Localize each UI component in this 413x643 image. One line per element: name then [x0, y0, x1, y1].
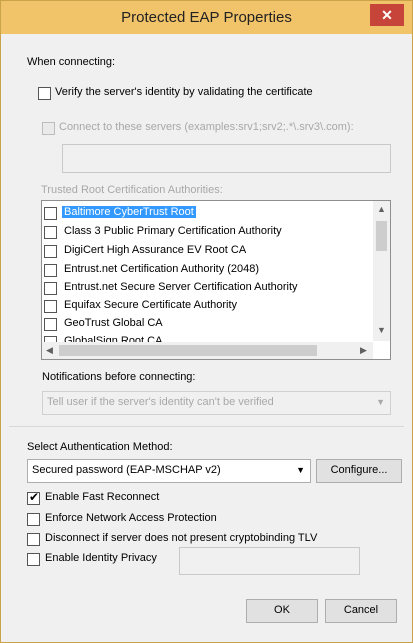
trusted-root-list[interactable]: Baltimore CyberTrust Root Class 3 Public…	[41, 200, 391, 360]
cert-checkbox[interactable]	[44, 245, 57, 258]
enforce-nap-label[interactable]: Enforce Network Access Protection	[45, 512, 217, 524]
vertical-scrollbar[interactable]: ▲ ▼	[373, 201, 390, 341]
configure-button[interactable]: Configure...	[316, 459, 402, 483]
connect-servers-checkbox[interactable]	[42, 122, 55, 135]
fast-reconnect-label[interactable]: Enable Fast Reconnect	[45, 491, 159, 503]
list-item[interactable]: Equifax Secure Certificate Authority	[42, 297, 370, 315]
ok-button[interactable]: OK	[246, 599, 318, 623]
scroll-down-icon[interactable]: ▼	[377, 325, 386, 335]
identity-privacy-label[interactable]: Enable Identity Privacy	[45, 552, 157, 564]
title-bar[interactable]: Protected EAP Properties ✕	[1, 1, 412, 34]
list-item[interactable]: DigiCert High Assurance EV Root CA	[42, 242, 370, 260]
close-icon: ✕	[381, 7, 393, 23]
notifications-value: Tell user if the server's identity can't…	[47, 396, 274, 408]
cancel-button[interactable]: Cancel	[325, 599, 397, 623]
when-connecting-label: When connecting:	[27, 56, 116, 68]
scroll-left-icon[interactable]: ◀	[46, 345, 53, 356]
horizontal-scroll-thumb[interactable]	[59, 345, 317, 356]
configure-button-label: Configure...	[330, 464, 388, 476]
cert-checkbox[interactable]	[44, 264, 57, 277]
cryptobinding-label[interactable]: Disconnect if server does not present cr…	[45, 532, 317, 544]
protected-eap-properties-dialog: Protected EAP Properties ✕ When connecti…	[0, 0, 413, 643]
enforce-nap-checkbox[interactable]	[27, 513, 40, 526]
cert-checkbox[interactable]	[44, 300, 57, 313]
vertical-scroll-thumb[interactable]	[376, 221, 387, 251]
divider	[9, 426, 404, 427]
list-item[interactable]: Entrust.net Secure Server Certification …	[42, 279, 370, 297]
cert-name: Entrust.net Secure Server Certification …	[64, 281, 298, 293]
servers-input[interactable]	[62, 144, 391, 173]
notifications-select[interactable]: Tell user if the server's identity can't…	[42, 391, 391, 415]
checkmark-icon: ✔	[29, 490, 40, 504]
window-title: Protected EAP Properties	[121, 9, 292, 26]
list-item[interactable]: Baltimore CyberTrust Root	[42, 204, 370, 222]
ok-button-label: OK	[274, 604, 290, 616]
cert-name: Entrust.net Certification Authority (204…	[64, 263, 260, 275]
verify-cert-checkbox[interactable]	[38, 87, 51, 100]
cryptobinding-checkbox[interactable]	[27, 533, 40, 546]
cert-name: Baltimore CyberTrust Root	[62, 206, 196, 218]
cert-name: Class 3 Public Primary Certification Aut…	[64, 225, 282, 237]
cert-name: DigiCert High Assurance EV Root CA	[64, 244, 247, 256]
cert-checkbox[interactable]	[44, 318, 57, 331]
auth-method-select[interactable]: Secured password (EAP-MSCHAP v2) ▼	[27, 459, 311, 483]
cert-name: GeoTrust Global CA	[64, 317, 163, 329]
identity-privacy-checkbox[interactable]	[27, 553, 40, 566]
horizontal-scrollbar[interactable]: ◀ ▶	[42, 342, 373, 359]
chevron-down-icon: ▼	[296, 465, 305, 475]
close-button[interactable]: ✕	[370, 4, 404, 26]
scroll-right-icon[interactable]: ▶	[360, 345, 367, 356]
trusted-root-label: Trusted Root Certification Authorities:	[41, 184, 223, 196]
cert-checkbox[interactable]	[44, 226, 57, 239]
connect-servers-label: Connect to these servers (examples:srv1;…	[59, 121, 354, 133]
cert-checkbox[interactable]	[44, 207, 57, 220]
auth-method-label: Select Authentication Method:	[27, 441, 173, 453]
list-item[interactable]: GeoTrust Global CA	[42, 315, 370, 333]
cancel-button-label: Cancel	[343, 604, 379, 616]
cert-checkbox[interactable]	[44, 282, 57, 295]
list-item[interactable]: Entrust.net Certification Authority (204…	[42, 261, 370, 279]
fast-reconnect-checkbox[interactable]: ✔	[27, 490, 40, 505]
dialog-body: When connecting: Verify the server's ide…	[9, 34, 404, 634]
list-item[interactable]: Class 3 Public Primary Certification Aut…	[42, 223, 370, 241]
verify-cert-label[interactable]: Verify the server's identity by validati…	[55, 86, 313, 98]
identity-privacy-input[interactable]	[179, 547, 360, 575]
notifications-label: Notifications before connecting:	[42, 371, 196, 383]
chevron-down-icon: ▼	[376, 397, 385, 407]
cert-name: Equifax Secure Certificate Authority	[64, 299, 238, 311]
auth-method-value: Secured password (EAP-MSCHAP v2)	[32, 464, 221, 476]
scroll-up-icon[interactable]: ▲	[377, 204, 386, 214]
